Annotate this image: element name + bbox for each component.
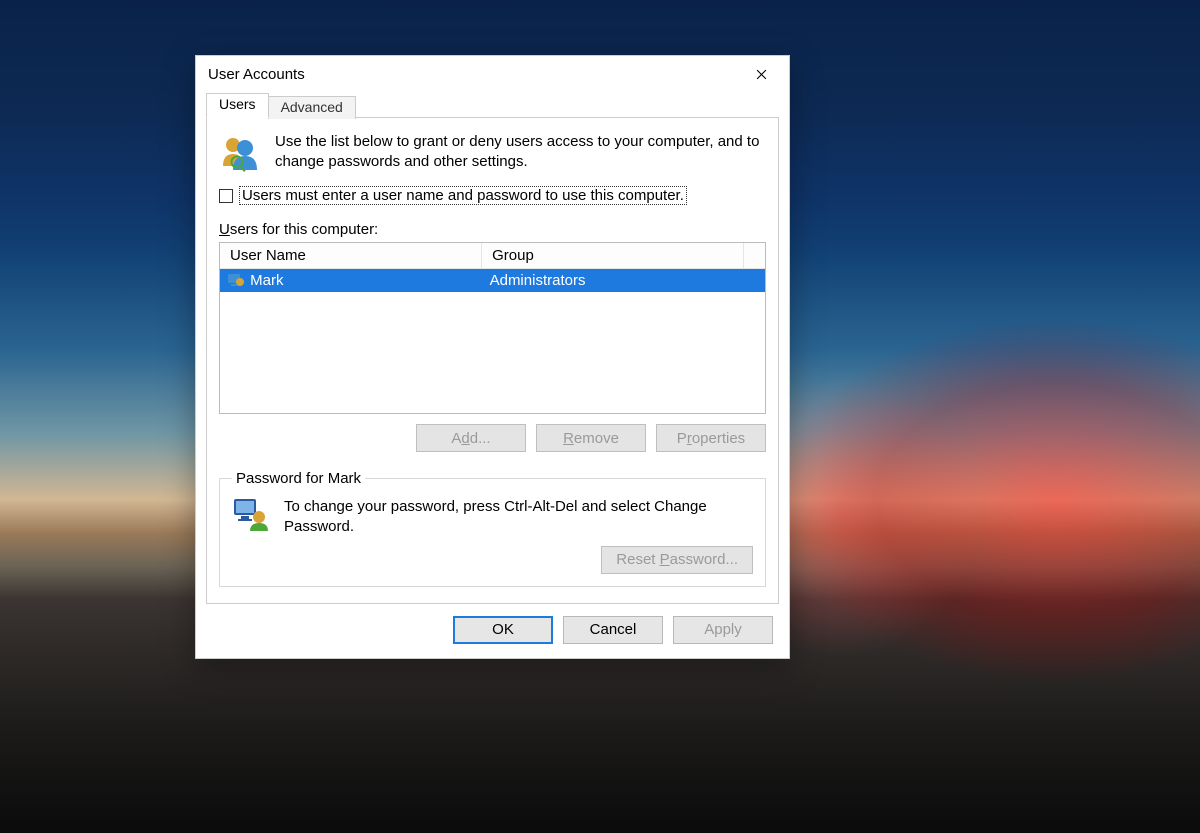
table-row[interactable]: Mark Administrators	[220, 269, 765, 293]
require-password-checkbox[interactable]	[219, 189, 233, 203]
users-table[interactable]: User Name Group Mark Administrators	[219, 242, 766, 414]
remove-button[interactable]: Remove	[536, 424, 646, 452]
user-icon	[228, 273, 244, 287]
close-icon	[756, 69, 767, 80]
reset-password-button[interactable]: Reset Password...	[601, 546, 753, 574]
password-group: Password for Mark To change your passwor…	[219, 470, 766, 587]
col-group[interactable]: Group	[482, 243, 744, 269]
users-list-label: Users for this computer:	[219, 221, 766, 238]
table-header-row: User Name Group	[220, 243, 765, 269]
user-buttons-row: Add... Remove Properties	[219, 424, 766, 452]
cell-username: Mark	[250, 272, 283, 289]
password-group-legend: Password for Mark	[232, 470, 365, 487]
ok-button[interactable]: OK	[453, 616, 553, 644]
intro-row: Use the list below to grant or deny user…	[219, 132, 766, 172]
monitor-user-icon	[232, 497, 270, 533]
require-password-label[interactable]: Users must enter a user name and passwor…	[239, 186, 687, 205]
cancel-button[interactable]: Cancel	[563, 616, 663, 644]
intro-text: Use the list below to grant or deny user…	[275, 132, 766, 171]
users-tab-panel: Use the list below to grant or deny user…	[206, 118, 779, 604]
add-button[interactable]: Add...	[416, 424, 526, 452]
titlebar: User Accounts	[196, 56, 789, 92]
tab-users[interactable]: Users	[206, 93, 269, 118]
dialog-button-row: OK Cancel Apply	[196, 604, 789, 658]
apply-button[interactable]: Apply	[673, 616, 773, 644]
col-spacer	[743, 243, 765, 269]
col-username[interactable]: User Name	[220, 243, 482, 269]
close-button[interactable]	[745, 62, 777, 86]
window-title: User Accounts	[208, 66, 305, 83]
properties-button[interactable]: Properties	[656, 424, 766, 452]
users-icon	[219, 132, 259, 172]
tab-advanced[interactable]: Advanced	[268, 96, 356, 119]
user-accounts-dialog: User Accounts Users Advanced Use the lis…	[195, 55, 790, 659]
cell-group: Administrators	[482, 269, 744, 293]
tab-strip: Users Advanced	[206, 92, 779, 118]
require-password-row: Users must enter a user name and passwor…	[219, 186, 766, 205]
password-instruction: To change your password, press Ctrl-Alt-…	[284, 497, 753, 538]
